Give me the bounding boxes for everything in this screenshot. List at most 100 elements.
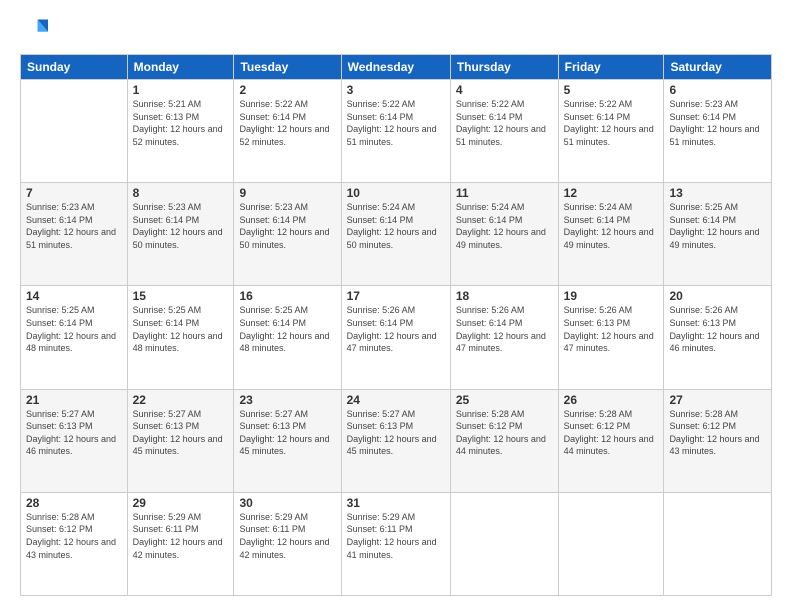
day-number: 5 <box>564 83 659 97</box>
day-cell: 6Sunrise: 5:23 AMSunset: 6:14 PMDaylight… <box>664 80 772 183</box>
day-number: 23 <box>239 393 335 407</box>
day-number: 8 <box>133 186 229 200</box>
day-info: Sunrise: 5:27 AMSunset: 6:13 PMDaylight:… <box>133 408 229 458</box>
day-number: 24 <box>347 393 445 407</box>
day-number: 12 <box>564 186 659 200</box>
day-info: Sunrise: 5:26 AMSunset: 6:14 PMDaylight:… <box>456 304 553 354</box>
day-cell <box>21 80 128 183</box>
day-number: 25 <box>456 393 553 407</box>
day-info: Sunrise: 5:22 AMSunset: 6:14 PMDaylight:… <box>347 98 445 148</box>
day-info: Sunrise: 5:26 AMSunset: 6:13 PMDaylight:… <box>564 304 659 354</box>
day-info: Sunrise: 5:24 AMSunset: 6:14 PMDaylight:… <box>564 201 659 251</box>
day-info: Sunrise: 5:26 AMSunset: 6:13 PMDaylight:… <box>669 304 766 354</box>
day-number: 3 <box>347 83 445 97</box>
day-number: 18 <box>456 289 553 303</box>
day-info: Sunrise: 5:27 AMSunset: 6:13 PMDaylight:… <box>347 408 445 458</box>
day-info: Sunrise: 5:22 AMSunset: 6:14 PMDaylight:… <box>239 98 335 148</box>
day-number: 2 <box>239 83 335 97</box>
day-number: 19 <box>564 289 659 303</box>
day-cell: 19Sunrise: 5:26 AMSunset: 6:13 PMDayligh… <box>558 286 664 389</box>
day-info: Sunrise: 5:26 AMSunset: 6:14 PMDaylight:… <box>347 304 445 354</box>
day-cell: 22Sunrise: 5:27 AMSunset: 6:13 PMDayligh… <box>127 389 234 492</box>
day-cell: 24Sunrise: 5:27 AMSunset: 6:13 PMDayligh… <box>341 389 450 492</box>
day-cell: 28Sunrise: 5:28 AMSunset: 6:12 PMDayligh… <box>21 492 128 595</box>
day-info: Sunrise: 5:23 AMSunset: 6:14 PMDaylight:… <box>133 201 229 251</box>
day-cell: 27Sunrise: 5:28 AMSunset: 6:12 PMDayligh… <box>664 389 772 492</box>
day-cell: 25Sunrise: 5:28 AMSunset: 6:12 PMDayligh… <box>450 389 558 492</box>
day-info: Sunrise: 5:27 AMSunset: 6:13 PMDaylight:… <box>239 408 335 458</box>
weekday-header-friday: Friday <box>558 55 664 80</box>
weekday-header-thursday: Thursday <box>450 55 558 80</box>
day-cell: 26Sunrise: 5:28 AMSunset: 6:12 PMDayligh… <box>558 389 664 492</box>
day-info: Sunrise: 5:25 AMSunset: 6:14 PMDaylight:… <box>133 304 229 354</box>
day-cell <box>664 492 772 595</box>
weekday-header-saturday: Saturday <box>664 55 772 80</box>
day-number: 11 <box>456 186 553 200</box>
day-cell: 16Sunrise: 5:25 AMSunset: 6:14 PMDayligh… <box>234 286 341 389</box>
day-number: 1 <box>133 83 229 97</box>
day-cell: 30Sunrise: 5:29 AMSunset: 6:11 PMDayligh… <box>234 492 341 595</box>
day-info: Sunrise: 5:29 AMSunset: 6:11 PMDaylight:… <box>347 511 445 561</box>
day-info: Sunrise: 5:29 AMSunset: 6:11 PMDaylight:… <box>133 511 229 561</box>
day-info: Sunrise: 5:22 AMSunset: 6:14 PMDaylight:… <box>564 98 659 148</box>
day-cell <box>450 492 558 595</box>
day-info: Sunrise: 5:27 AMSunset: 6:13 PMDaylight:… <box>26 408 122 458</box>
day-cell: 12Sunrise: 5:24 AMSunset: 6:14 PMDayligh… <box>558 183 664 286</box>
day-info: Sunrise: 5:24 AMSunset: 6:14 PMDaylight:… <box>456 201 553 251</box>
day-info: Sunrise: 5:28 AMSunset: 6:12 PMDaylight:… <box>669 408 766 458</box>
day-cell: 17Sunrise: 5:26 AMSunset: 6:14 PMDayligh… <box>341 286 450 389</box>
week-row-2: 7Sunrise: 5:23 AMSunset: 6:14 PMDaylight… <box>21 183 772 286</box>
day-number: 4 <box>456 83 553 97</box>
day-cell: 13Sunrise: 5:25 AMSunset: 6:14 PMDayligh… <box>664 183 772 286</box>
day-number: 28 <box>26 496 122 510</box>
day-number: 13 <box>669 186 766 200</box>
day-number: 26 <box>564 393 659 407</box>
day-number: 31 <box>347 496 445 510</box>
day-info: Sunrise: 5:25 AMSunset: 6:14 PMDaylight:… <box>669 201 766 251</box>
day-info: Sunrise: 5:25 AMSunset: 6:14 PMDaylight:… <box>239 304 335 354</box>
day-number: 17 <box>347 289 445 303</box>
day-number: 9 <box>239 186 335 200</box>
day-cell: 1Sunrise: 5:21 AMSunset: 6:13 PMDaylight… <box>127 80 234 183</box>
day-number: 7 <box>26 186 122 200</box>
day-info: Sunrise: 5:23 AMSunset: 6:14 PMDaylight:… <box>669 98 766 148</box>
day-number: 15 <box>133 289 229 303</box>
logo <box>20 16 52 44</box>
day-info: Sunrise: 5:21 AMSunset: 6:13 PMDaylight:… <box>133 98 229 148</box>
day-number: 14 <box>26 289 122 303</box>
page: SundayMondayTuesdayWednesdayThursdayFrid… <box>0 0 792 612</box>
day-cell: 2Sunrise: 5:22 AMSunset: 6:14 PMDaylight… <box>234 80 341 183</box>
day-cell: 18Sunrise: 5:26 AMSunset: 6:14 PMDayligh… <box>450 286 558 389</box>
day-cell: 9Sunrise: 5:23 AMSunset: 6:14 PMDaylight… <box>234 183 341 286</box>
day-cell: 14Sunrise: 5:25 AMSunset: 6:14 PMDayligh… <box>21 286 128 389</box>
day-cell: 3Sunrise: 5:22 AMSunset: 6:14 PMDaylight… <box>341 80 450 183</box>
day-info: Sunrise: 5:23 AMSunset: 6:14 PMDaylight:… <box>26 201 122 251</box>
day-cell: 4Sunrise: 5:22 AMSunset: 6:14 PMDaylight… <box>450 80 558 183</box>
weekday-header-sunday: Sunday <box>21 55 128 80</box>
day-number: 20 <box>669 289 766 303</box>
day-number: 21 <box>26 393 122 407</box>
day-number: 22 <box>133 393 229 407</box>
weekday-header-wednesday: Wednesday <box>341 55 450 80</box>
day-cell: 20Sunrise: 5:26 AMSunset: 6:13 PMDayligh… <box>664 286 772 389</box>
day-info: Sunrise: 5:24 AMSunset: 6:14 PMDaylight:… <box>347 201 445 251</box>
weekday-header-tuesday: Tuesday <box>234 55 341 80</box>
logo-icon <box>20 16 48 44</box>
day-cell: 21Sunrise: 5:27 AMSunset: 6:13 PMDayligh… <box>21 389 128 492</box>
day-info: Sunrise: 5:25 AMSunset: 6:14 PMDaylight:… <box>26 304 122 354</box>
day-number: 27 <box>669 393 766 407</box>
week-row-5: 28Sunrise: 5:28 AMSunset: 6:12 PMDayligh… <box>21 492 772 595</box>
day-info: Sunrise: 5:22 AMSunset: 6:14 PMDaylight:… <box>456 98 553 148</box>
day-number: 16 <box>239 289 335 303</box>
day-cell: 23Sunrise: 5:27 AMSunset: 6:13 PMDayligh… <box>234 389 341 492</box>
day-info: Sunrise: 5:28 AMSunset: 6:12 PMDaylight:… <box>26 511 122 561</box>
day-number: 30 <box>239 496 335 510</box>
day-cell <box>558 492 664 595</box>
day-cell: 8Sunrise: 5:23 AMSunset: 6:14 PMDaylight… <box>127 183 234 286</box>
day-info: Sunrise: 5:23 AMSunset: 6:14 PMDaylight:… <box>239 201 335 251</box>
weekday-header-monday: Monday <box>127 55 234 80</box>
day-number: 10 <box>347 186 445 200</box>
week-row-3: 14Sunrise: 5:25 AMSunset: 6:14 PMDayligh… <box>21 286 772 389</box>
day-cell: 10Sunrise: 5:24 AMSunset: 6:14 PMDayligh… <box>341 183 450 286</box>
day-cell: 5Sunrise: 5:22 AMSunset: 6:14 PMDaylight… <box>558 80 664 183</box>
